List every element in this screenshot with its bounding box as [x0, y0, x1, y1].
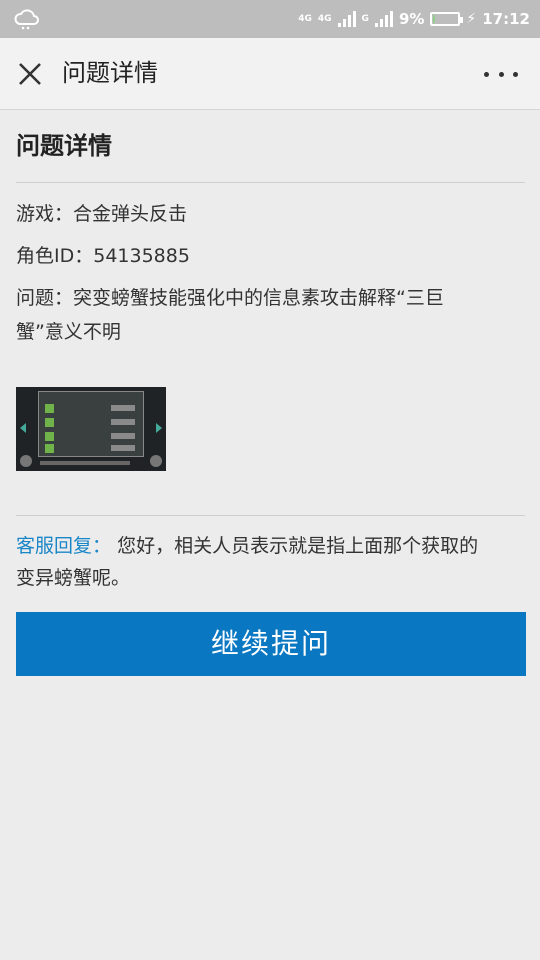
question-line-2: 蟹”意义不明 — [16, 321, 121, 343]
reply-text-line-1: 您好，相关人员表示就是指上面那个获取的 — [117, 535, 479, 557]
question-detail: 问题详情 游戏：合金弹头反击 角色ID：54135885 问题：突变螃蟹技能强化… — [16, 110, 526, 676]
question-line-1: 问题：突变螃蟹技能强化中的信息素攻击解释“三巨 — [16, 287, 444, 309]
signal-icon-1 — [337, 11, 356, 27]
page-title: 问题详情 — [62, 59, 158, 87]
signal-icon-2 — [374, 11, 393, 27]
app-header: 问题详情 — [0, 38, 540, 110]
close-icon[interactable] — [16, 60, 44, 88]
status-right: 4G 4G G 9% ⚡ 17:12 — [298, 0, 530, 38]
right-arrow-icon — [156, 423, 162, 433]
support-reply: 客服回复： 您好，相关人员表示就是指上面那个获取的 变异螃蟹呢。 — [16, 530, 525, 594]
more-icon[interactable] — [484, 64, 518, 84]
game-text-bar — [40, 461, 130, 465]
reply-label: 客服回复： — [16, 535, 112, 557]
charging-icon: ⚡ — [466, 11, 477, 27]
game-button-icon — [20, 455, 32, 467]
battery-percent: 9% — [398, 10, 425, 28]
continue-ask-button[interactable]: 继续提问 — [16, 612, 526, 676]
battery-fill — [433, 15, 436, 23]
network-type-1: 4G — [298, 13, 312, 24]
battery-icon — [430, 12, 464, 26]
game-info: 游戏：合金弹头反击 — [16, 203, 188, 225]
clock: 17:12 — [482, 10, 530, 28]
divider — [16, 515, 525, 516]
game-panel-image — [38, 391, 144, 457]
game-button-icon — [150, 455, 162, 467]
role-id-info: 角色ID：54135885 — [16, 245, 190, 267]
left-arrow-icon — [20, 423, 26, 433]
question-text: 问题：突变螃蟹技能强化中的信息素攻击解释“三巨 蟹”意义不明 — [16, 281, 525, 349]
reply-text-line-2: 变异螃蟹呢。 — [16, 567, 131, 589]
status-bar: 4G 4G G 9% ⚡ 17:12 — [0, 0, 540, 38]
network-type-2: 4G — [317, 13, 332, 24]
cloud-notification-icon — [14, 9, 39, 30]
divider — [16, 182, 525, 183]
section-title: 问题详情 — [16, 132, 112, 160]
network-type-3: G — [361, 13, 369, 24]
screenshot-thumbnail[interactable] — [16, 387, 166, 471]
